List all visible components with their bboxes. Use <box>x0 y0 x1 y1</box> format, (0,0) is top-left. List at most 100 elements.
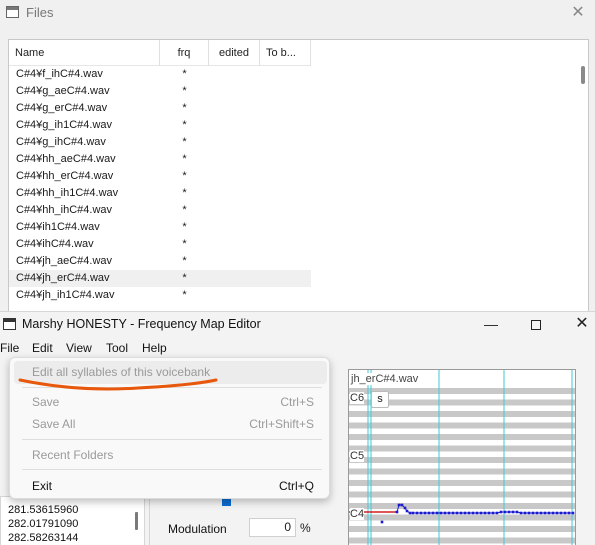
note-band <box>349 411 575 417</box>
close-icon[interactable]: ✕ <box>559 312 595 338</box>
note-band <box>349 445 575 452</box>
editor-window-title: Marshy HONESTY - Frequency Map Editor <box>22 317 261 331</box>
frq-flag: * <box>182 119 187 131</box>
menu-file[interactable]: File <box>0 341 19 355</box>
note-label-c5: C5 <box>350 450 365 462</box>
frq-flag: * <box>182 102 187 114</box>
menu-item-recent-folders[interactable]: Recent Folders <box>14 444 327 467</box>
list-item[interactable]: C#4¥jh_ih1C#4.wav * <box>9 287 311 304</box>
value-list-scrollbar[interactable] <box>135 512 138 530</box>
menu-help[interactable]: Help <box>142 341 167 355</box>
list-item[interactable]: C#4¥jh_aeC#4.wav * <box>9 253 311 270</box>
note-band <box>349 491 575 498</box>
frq-flag: * <box>182 170 187 182</box>
menu-tool[interactable]: Tool <box>106 341 128 355</box>
menu-item-shortcut: Ctrl+Q <box>278 479 314 493</box>
frq-flag: * <box>182 153 187 165</box>
modulation-input[interactable]: 0 <box>249 518 296 537</box>
frq-flag: * <box>182 238 187 250</box>
underline-annotation <box>18 378 218 391</box>
settings-panel: Modulation 0 % <box>161 492 331 545</box>
note-band <box>349 457 575 463</box>
frq-flag: * <box>182 85 187 97</box>
frequency-value: 281.53615960 <box>8 504 79 516</box>
menu-view[interactable]: View <box>66 341 92 355</box>
menu-item-exit[interactable]: Exit Ctrl+Q <box>14 475 327 498</box>
frq-flag: * <box>182 136 187 148</box>
menu-item-shortcut: Ctrl+S <box>280 395 314 409</box>
note-band <box>349 434 575 440</box>
list-header: Name frq edited To b... <box>9 40 311 66</box>
frq-flag: * <box>182 68 187 80</box>
file-name: C#4¥g_aeC#4.wav <box>16 85 110 97</box>
files-window-title: Files <box>26 5 54 20</box>
file-name: C#4¥g_ih1C#4.wav <box>16 119 113 131</box>
list-item[interactable]: C#4¥hh_ih1C#4.wav * <box>9 185 311 202</box>
list-item[interactable]: C#4¥g_erC#4.wav * <box>9 100 311 117</box>
menu-item-shortcut: Ctrl+Shift+S <box>249 417 314 431</box>
list-item-selected[interactable]: C#4¥jh_erC#4.wav * <box>9 270 311 287</box>
list-item[interactable]: C#4¥hh_erC#4.wav * <box>9 168 311 185</box>
frequency-graph[interactable]: jh_erC#4.wav C6 C5 C4 s <box>348 369 576 545</box>
list-item[interactable]: C#4¥g_aeC#4.wav * <box>9 83 311 100</box>
list-item[interactable]: C#4¥hh_ihC#4.wav * <box>9 202 311 219</box>
file-name: C#4¥hh_erC#4.wav <box>16 170 114 182</box>
frq-flag: * <box>182 272 187 284</box>
column-header-name[interactable]: Name <box>9 40 160 66</box>
frequency-value: 282.01791090 <box>8 518 79 530</box>
window-app-icon <box>6 6 19 18</box>
s-button[interactable]: s <box>371 391 389 408</box>
files-window: Files ✕ Name frq edited To b... C#4¥f_ih… <box>0 0 595 314</box>
note-label-c4: C4 <box>350 508 365 520</box>
file-name: C#4¥hh_ihC#4.wav <box>16 204 113 216</box>
frq-flag: * <box>182 221 187 233</box>
modulation-label: Modulation <box>168 522 227 536</box>
file-name: C#4¥f_ihC#4.wav <box>16 68 103 80</box>
files-titlebar: Files ✕ <box>0 0 595 28</box>
frq-flag: * <box>182 255 187 267</box>
note-bands <box>349 388 575 544</box>
note-band <box>349 503 575 509</box>
file-name: C#4¥g_erC#4.wav <box>16 102 108 114</box>
file-name: C#4¥jh_erC#4.wav <box>16 272 110 284</box>
vertical-scrollbar[interactable] <box>581 66 585 84</box>
file-name: C#4¥ih1C#4.wav <box>16 221 100 233</box>
list-item[interactable]: C#4¥f_ihC#4.wav * <box>9 66 311 83</box>
close-icon[interactable]: ✕ <box>561 0 595 26</box>
column-header-frq[interactable]: frq <box>160 40 209 66</box>
file-list[interactable]: Name frq edited To b... C#4¥f_ihC#4.wav *… <box>8 39 589 314</box>
note-label-c6: C6 <box>350 392 365 404</box>
note-band <box>349 468 575 475</box>
pitch-point <box>380 520 384 524</box>
note-band <box>349 480 575 486</box>
column-header-to-be[interactable]: To b... <box>260 40 311 66</box>
file-rows: C#4¥f_ihC#4.wav * C#4¥g_aeC#4.wav * C#4¥g_… <box>9 66 311 304</box>
list-item[interactable]: C#4¥g_ih1C#4.wav * <box>9 117 311 134</box>
menu-item-label: Save All <box>32 417 76 431</box>
list-item[interactable]: C#4¥g_ihC#4.wav * <box>9 134 311 151</box>
frq-flag: * <box>182 187 187 199</box>
column-header-edited[interactable]: edited <box>209 40 260 66</box>
list-item[interactable]: C#4¥ih1C#4.wav * <box>9 219 311 236</box>
editor-titlebar: Marshy HONESTY - Frequency Map Editor — … <box>0 312 595 338</box>
minimize-icon[interactable]: — <box>468 312 514 338</box>
frq-flag: * <box>182 289 187 301</box>
note-band <box>349 526 575 532</box>
menu-item-label: Exit <box>32 479 53 493</box>
list-item[interactable]: C#4¥hh_aeC#4.wav * <box>9 151 311 168</box>
menu-edit[interactable]: Edit <box>32 341 53 355</box>
frequency-value-list[interactable]: 281.53615960 282.01791090 282.58263144 <box>0 496 145 545</box>
note-band <box>349 514 575 521</box>
frq-flag: * <box>182 204 187 216</box>
file-name: C#4¥hh_ih1C#4.wav <box>16 187 119 199</box>
file-name: C#4¥jh_ih1C#4.wav <box>16 289 115 301</box>
list-item[interactable]: C#4¥ihC#4.wav * <box>9 236 311 253</box>
maximize-icon[interactable] <box>513 312 559 338</box>
graph-file-label: jh_erC#4.wav <box>351 373 421 385</box>
file-name: C#4¥hh_aeC#4.wav <box>16 153 116 165</box>
underline-stroke <box>18 378 218 391</box>
modulation-unit: % <box>300 521 311 535</box>
file-name: C#4¥ihC#4.wav <box>16 238 94 250</box>
note-band <box>349 422 575 429</box>
menu-item-save-all[interactable]: Save All Ctrl+Shift+S <box>14 413 327 436</box>
